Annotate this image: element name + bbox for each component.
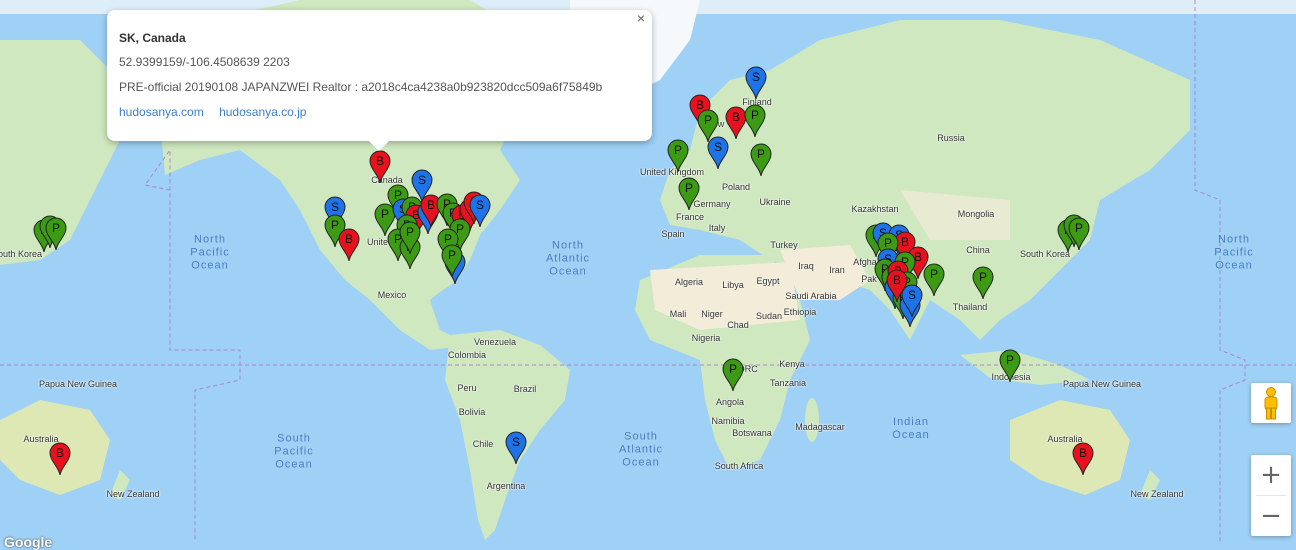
map-marker-p[interactable]: P (678, 177, 700, 211)
zoom-out-button[interactable]: − (1251, 496, 1291, 536)
map-marker-p[interactable]: P (923, 263, 945, 297)
marker-pin-icon: P (744, 104, 766, 138)
svg-text:P: P (757, 147, 765, 161)
svg-text:B: B (345, 232, 353, 246)
marker-pin-icon: S (745, 66, 767, 100)
street-view-pegman-button[interactable] (1251, 383, 1291, 423)
svg-text:P: P (1006, 353, 1014, 367)
svg-text:P: P (406, 225, 414, 239)
marker-pin-icon: P (972, 266, 994, 300)
pegman-icon (1264, 387, 1278, 420)
map-marker-p[interactable]: P (999, 349, 1021, 383)
marker-pin-icon: B (369, 150, 391, 184)
zoom-control: + − (1251, 455, 1291, 536)
svg-text:P: P (979, 270, 987, 284)
marker-pin-icon: P (1068, 217, 1090, 251)
map-marker-b[interactable]: B (369, 150, 391, 184)
marker-pin-icon: S (469, 194, 491, 228)
marker-pin-icon: P (399, 221, 421, 255)
marker-pin-icon: P (923, 263, 945, 297)
svg-text:P: P (674, 143, 682, 157)
map-marker-p[interactable]: P (750, 143, 772, 177)
svg-text:S: S (476, 198, 484, 212)
svg-text:P: P (751, 108, 759, 122)
svg-text:P: P (52, 221, 60, 235)
marker-pin-icon: P (441, 244, 463, 278)
svg-text:B: B (427, 198, 435, 212)
marker-pin-icon: P (678, 177, 700, 211)
map-marker-p[interactable]: P (667, 139, 689, 173)
map-marker-p[interactable]: P (722, 358, 744, 392)
map-marker-s[interactable]: S (707, 136, 729, 170)
map-marker-p[interactable]: P (45, 217, 67, 251)
svg-text:B: B (732, 110, 740, 124)
map-marker-p[interactable]: P (399, 221, 421, 255)
map-marker-s[interactable]: S (745, 66, 767, 100)
map-marker-b[interactable]: B (49, 442, 71, 476)
svg-text:S: S (331, 200, 339, 214)
map-marker-p[interactable]: P (972, 266, 994, 300)
svg-text:S: S (714, 140, 722, 154)
svg-text:P: P (729, 362, 737, 376)
marker-pin-icon: B (1072, 442, 1094, 476)
svg-text:P: P (448, 248, 456, 262)
marker-pin-icon: P (722, 358, 744, 392)
map-marker-p[interactable]: P (1068, 217, 1090, 251)
map-marker-p[interactable]: P (441, 244, 463, 278)
info-window-links: hudosanya.com hudosanya.co.jp (119, 105, 318, 119)
svg-text:P: P (1075, 221, 1083, 235)
svg-text:S: S (512, 435, 520, 449)
svg-text:B: B (1079, 446, 1087, 460)
map-marker-s[interactable]: S (505, 431, 527, 465)
map-marker-b[interactable]: B (1072, 442, 1094, 476)
svg-text:P: P (930, 267, 938, 281)
info-window-description: PRE-official 20190108 JAPANZWEI Realtor … (119, 80, 603, 94)
marker-pin-icon: B (886, 269, 908, 303)
hudosanya-co-jp-link[interactable]: hudosanya.co.jp (219, 105, 306, 119)
info-window-title: SK, Canada (119, 31, 186, 45)
hudosanya-com-link[interactable]: hudosanya.com (119, 105, 204, 119)
map-marker-b[interactable]: B (886, 269, 908, 303)
map-marker-s[interactable]: S (469, 194, 491, 228)
marker-pin-icon: S (707, 136, 729, 170)
svg-text:B: B (893, 273, 901, 287)
marker-pin-icon: B (338, 228, 360, 262)
svg-text:B: B (376, 154, 384, 168)
zoom-in-button[interactable]: + (1251, 455, 1291, 495)
marker-pin-icon: S (505, 431, 527, 465)
info-window-coordinates: 52.9399159/-106.4508639 2203 (119, 55, 290, 69)
svg-text:B: B (56, 446, 64, 460)
info-window: SK, Canada 52.9399159/-106.4508639 2203 … (107, 10, 652, 151)
svg-text:P: P (685, 181, 693, 195)
svg-text:S: S (418, 173, 426, 187)
google-logo: Google (4, 534, 53, 550)
map-marker-p[interactable]: P (744, 104, 766, 138)
marker-pin-icon: P (667, 139, 689, 173)
marker-pin-icon: P (999, 349, 1021, 383)
map-marker-b[interactable]: B (338, 228, 360, 262)
marker-pin-icon: P (45, 217, 67, 251)
svg-text:P: P (704, 113, 712, 127)
marker-pin-icon: B (49, 442, 71, 476)
marker-pin-icon: P (750, 143, 772, 177)
svg-text:S: S (908, 288, 916, 302)
svg-text:S: S (752, 70, 760, 84)
close-icon[interactable]: × (634, 11, 648, 25)
